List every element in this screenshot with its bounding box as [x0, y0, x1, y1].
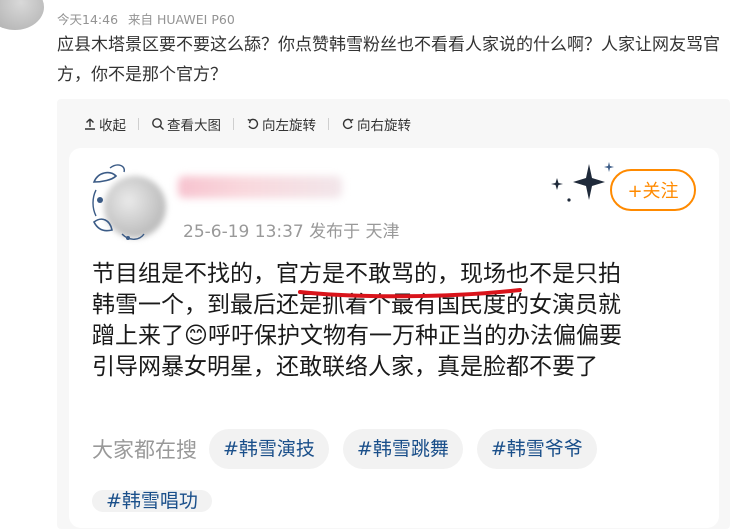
rotate-right-button[interactable]: 向右旋转 [341, 114, 411, 134]
toolbar-divider [328, 118, 329, 130]
rotate-left-button[interactable]: 向左旋转 [246, 114, 316, 134]
post-meta: 25-6-19 13:37 发布于 天津 [183, 222, 400, 242]
rotate-left-icon [247, 118, 259, 130]
search-icon [152, 118, 164, 130]
toolbar-divider [233, 118, 234, 130]
search-label: 大家都在搜 [92, 438, 197, 462]
collapse-icon [85, 118, 95, 130]
hashtag-link[interactable]: #韩雪跳舞 [342, 429, 463, 469]
avatar-frame-ornament [92, 164, 145, 240]
post-line: 引导网暴女明星，还敢联络人家，真是脸都不要了 [92, 354, 598, 380]
follow-button[interactable]: +关注 [610, 169, 696, 211]
view-large-button[interactable]: 查看大图 [151, 114, 221, 134]
post-body: 节目组是不找的，官方是不敢骂的，现场也不是只拍 韩雪一个，到最后还是抓着个最有国… [92, 259, 702, 383]
hashtag-link[interactable]: #韩雪演技 [209, 429, 329, 469]
trending-search-row: 大家都在搜 #韩雪演技 #韩雪跳舞 #韩雪爷爷 [92, 429, 611, 469]
image-toolbar: 收起 查看大图 向左旋转 向右旋转 [83, 114, 411, 134]
hashtag-link[interactable]: #韩雪唱功 [92, 490, 212, 512]
avatar[interactable] [0, 0, 44, 30]
comment-device: 来自 HUAWEI P60 [128, 12, 235, 27]
comment-text: 应县木塔景区要不要这么舔？你点赞韩雪粉丝也不看看人家说的什么啊？人家让网友骂官方… [57, 35, 720, 85]
collapse-button[interactable]: 收起 [83, 114, 126, 134]
hashtag-link[interactable]: #韩雪爷爷 [476, 429, 597, 469]
toolbar-divider [138, 118, 139, 130]
red-underline-annotation [298, 288, 522, 299]
comment-meta: 今天14:46 来自 HUAWEI P60 [57, 9, 241, 28]
post-line: 蹭上来了😊呼吁保护文物有一万种正当的办法偏偏要 [92, 323, 622, 349]
rotate-right-icon [342, 118, 354, 130]
comment-time: 今天14:46 [57, 12, 119, 27]
blurred-username [178, 176, 342, 198]
